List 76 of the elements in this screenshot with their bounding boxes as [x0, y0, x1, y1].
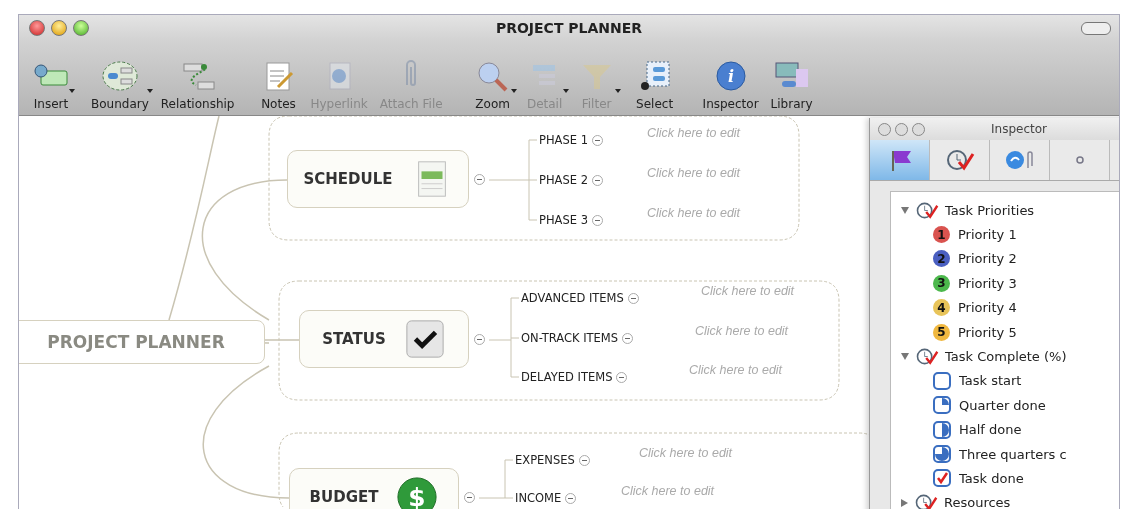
clock-check-icon	[944, 148, 975, 172]
dollar-icon: $	[396, 476, 439, 509]
collapse-icon[interactable]	[627, 292, 639, 304]
disclosure-triangle-icon[interactable]	[901, 206, 909, 214]
topic-node[interactable]: SCHEDULE	[287, 150, 469, 208]
disclosure-triangle-icon[interactable]	[901, 353, 909, 361]
toolbar-button[interactable]: Zoom	[466, 59, 519, 111]
collapse-icon[interactable]	[474, 334, 485, 345]
attach-icon	[404, 59, 419, 89]
marker-label[interactable]: Priority 1	[958, 227, 1017, 243]
subtopic-label[interactable]: ADVANCED ITEMS	[521, 291, 624, 305]
collapse-icon[interactable]	[592, 134, 603, 146]
connector-line	[478, 459, 514, 499]
boundary-icon	[99, 59, 140, 93]
marker-label[interactable]: Priority 4	[958, 300, 1017, 316]
marker-label[interactable]: Task done	[959, 471, 1024, 486]
collapse-icon[interactable]	[474, 174, 485, 185]
subtopic-label[interactable]: PHASE 1	[539, 133, 588, 147]
window-title: PROJECT PLANNER	[495, 20, 643, 36]
subtopic-label[interactable]: INCOME	[515, 491, 562, 505]
toolbar-button[interactable]: Boundary	[85, 59, 155, 111]
subtopic-label[interactable]: PHASE 3	[539, 213, 588, 227]
toolbar-button[interactable]: Library	[764, 59, 819, 111]
priority-badge: 4	[933, 299, 950, 317]
priority-badge: 1	[933, 226, 950, 244]
collapse-icon[interactable]	[622, 332, 634, 344]
marker-label[interactable]: Priority 3	[958, 275, 1017, 291]
collapse-icon[interactable]	[565, 492, 577, 504]
progress-icon	[933, 445, 951, 464]
group-label[interactable]: Task Priorities	[945, 202, 1035, 218]
topic-node[interactable]: STATUS	[299, 310, 469, 368]
disclosure-triangle-icon[interactable]	[901, 498, 908, 507]
zoom-button[interactable]	[912, 122, 925, 136]
group-label[interactable]: Task Complete (%)	[945, 349, 1067, 365]
inspector-tab[interactable]	[870, 140, 930, 180]
progress-icon	[933, 420, 951, 439]
subtopic-label[interactable]: PHASE 2	[539, 173, 588, 187]
toolbar-button[interactable]: Select	[628, 59, 681, 111]
subtopic-label[interactable]: DELAYED ITEMS	[521, 370, 613, 384]
collapse-icon[interactable]	[592, 174, 603, 186]
toolbar-button[interactable]: Notes	[252, 59, 305, 111]
link-attachment-icon	[1004, 148, 1035, 172]
checkbox-checked-icon	[933, 469, 951, 488]
collapse-icon[interactable]	[616, 371, 628, 383]
progress-icon	[933, 371, 951, 390]
panel-title: Inspector	[991, 122, 1047, 136]
priority-badge: 5	[933, 323, 950, 341]
collapse-icon[interactable]	[592, 214, 603, 226]
toolbar-button[interactable]: i Inspector	[696, 59, 765, 111]
priority-badge: 2	[933, 250, 950, 268]
toolbar-button[interactable]: Relationship	[154, 59, 241, 111]
marker-label[interactable]: Task start	[959, 373, 1022, 389]
close-button[interactable]	[878, 122, 891, 136]
marker-label[interactable]: Quarter done	[959, 397, 1046, 413]
checkmark-icon	[403, 318, 446, 360]
marker-label[interactable]: Priority 2	[958, 251, 1017, 267]
group-label[interactable]: Resources	[944, 495, 1011, 509]
subtopic-label[interactable]: ON-TRACK ITEMS	[521, 331, 619, 345]
marker-label[interactable]: Priority 5	[958, 324, 1017, 340]
collapse-icon[interactable]	[578, 454, 590, 466]
clock-check-icon	[915, 200, 939, 220]
toolbar-button[interactable]: Insert	[25, 59, 77, 111]
toolbar-toggle-button[interactable]	[1081, 21, 1111, 35]
close-button[interactable]	[29, 20, 45, 36]
clock-check-icon	[914, 493, 938, 509]
marker-label[interactable]: Half done	[959, 422, 1022, 438]
minimize-button[interactable]	[895, 122, 908, 136]
minimize-button[interactable]	[51, 20, 67, 36]
clock-check-icon	[915, 347, 939, 367]
collapse-icon[interactable]	[464, 492, 475, 503]
zoom-button[interactable]	[73, 20, 89, 36]
subtopic-label[interactable]: EXPENSES	[515, 453, 575, 467]
progress-icon	[933, 396, 951, 415]
marker-label[interactable]: Three quarters c	[959, 446, 1067, 462]
priority-badge: 3	[933, 274, 950, 292]
topic-node[interactable]: BUDGET $	[289, 468, 459, 509]
